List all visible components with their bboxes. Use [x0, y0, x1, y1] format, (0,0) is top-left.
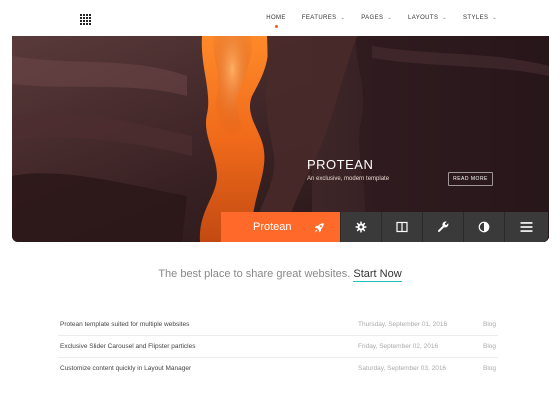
read-more-button[interactable]: READ MORE — [448, 172, 493, 186]
article-date: Saturday, September 03, 2016 — [358, 365, 447, 372]
article-list: Protean template suited for multiple web… — [58, 314, 498, 380]
list-item: Customize content quickly in Layout Mana… — [58, 358, 498, 380]
protean-button[interactable]: Protean — [221, 212, 340, 242]
rocket-icon — [314, 222, 324, 232]
tagline-text: The best place to share great websites. — [158, 268, 351, 280]
logo-icon[interactable] — [80, 14, 91, 25]
contrast-button[interactable] — [463, 212, 504, 242]
wrench-icon — [437, 221, 448, 232]
protean-label: Protean — [253, 221, 292, 233]
layout-button[interactable] — [381, 212, 422, 242]
tools-button[interactable] — [422, 212, 463, 242]
style-toolbar: Protean — [221, 212, 548, 242]
start-now-link[interactable]: Start Now — [353, 268, 402, 282]
hero-subtitle: An exclusive, modern template — [307, 176, 390, 182]
article-title-link[interactable]: Customize content quickly in Layout Mana… — [60, 365, 191, 372]
chevron-down-icon: ⌄ — [492, 15, 497, 21]
main-nav: HOME FEATURES ⌄ PAGES ⌄ LAYOUTS ⌄ STYLES ⌄ — [266, 15, 497, 28]
chevron-down-icon: ⌄ — [340, 15, 346, 21]
list-item: Exclusive Slider Carousel and Flipster p… — [58, 336, 498, 358]
article-title-link[interactable]: Exclusive Slider Carousel and Flipster p… — [60, 343, 195, 350]
chevron-down-icon: ⌄ — [387, 15, 393, 21]
nav-item-home[interactable]: HOME — [266, 15, 286, 28]
article-category-link[interactable]: Blog — [483, 321, 496, 328]
article-category-link[interactable]: Blog — [483, 343, 496, 350]
menu-icon — [520, 222, 533, 232]
site-header: HOME FEATURES ⌄ PAGES ⌄ LAYOUTS ⌄ STYLES ⌄ — [0, 0, 515, 36]
article-date: Thursday, September 01, 2016 — [358, 321, 448, 328]
nav-item-features[interactable]: FEATURES ⌄ — [302, 15, 345, 21]
columns-icon — [396, 221, 408, 233]
article-title-link[interactable]: Protean template suited for multiple web… — [60, 321, 189, 328]
nav-item-pages[interactable]: PAGES ⌄ — [361, 15, 392, 21]
nav-item-layouts[interactable]: LAYOUTS ⌄ — [408, 15, 447, 21]
gear-icon — [355, 221, 367, 233]
article-category-link[interactable]: Blog — [483, 365, 496, 372]
settings-button[interactable] — [340, 212, 381, 242]
tagline: The best place to share great websites. … — [0, 268, 560, 282]
chevron-down-icon: ⌄ — [442, 15, 447, 21]
menu-button[interactable] — [504, 212, 548, 242]
list-item: Protean template suited for multiple web… — [58, 314, 498, 336]
nav-item-styles[interactable]: STYLES ⌄ — [463, 15, 497, 21]
contrast-icon — [478, 221, 490, 233]
article-date: Friday, September 02, 2016 — [358, 343, 439, 350]
hero-title: PROTEAN — [307, 157, 374, 172]
